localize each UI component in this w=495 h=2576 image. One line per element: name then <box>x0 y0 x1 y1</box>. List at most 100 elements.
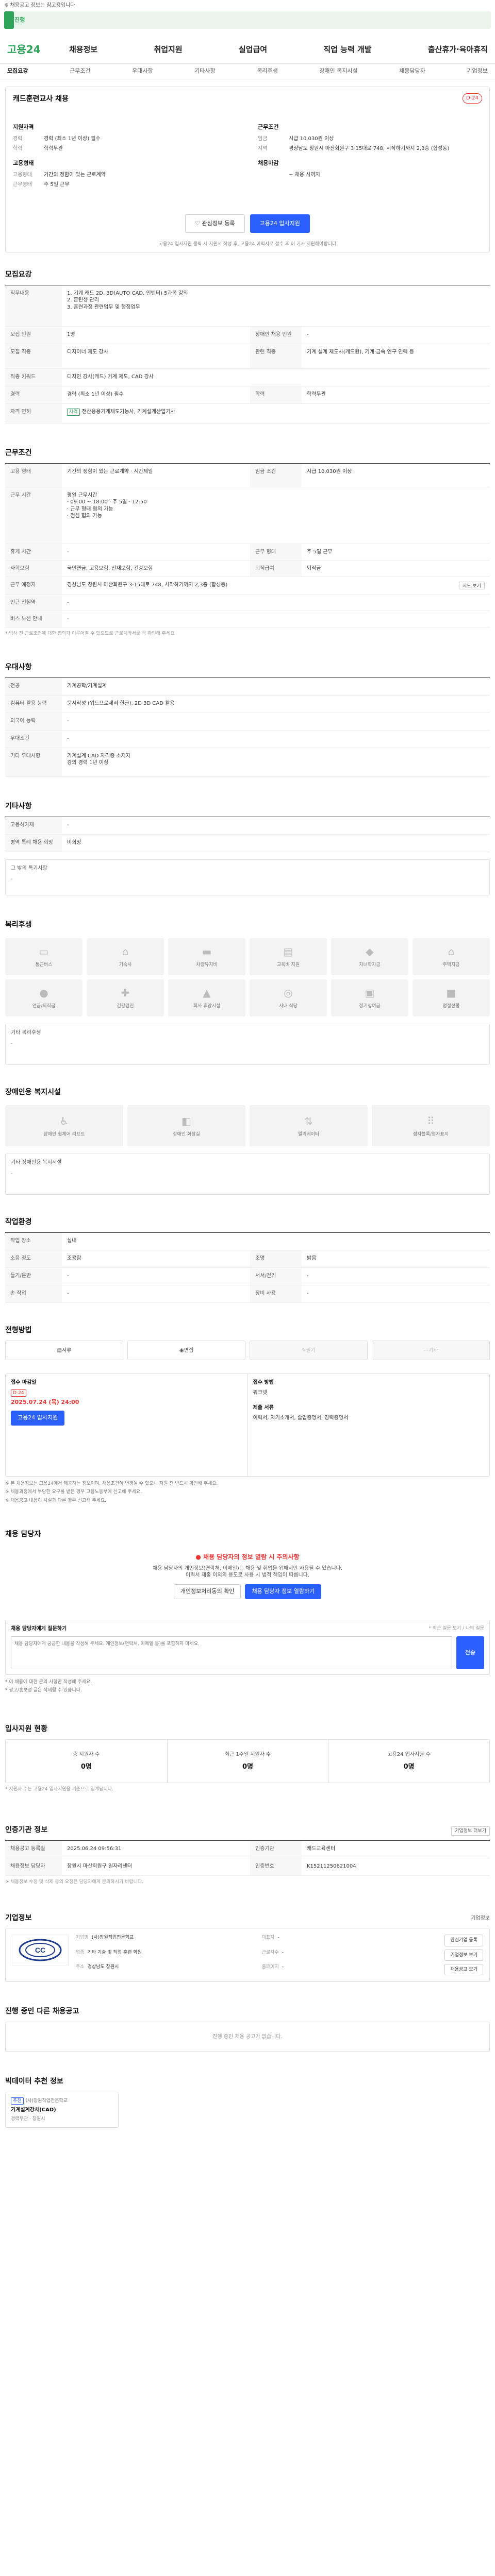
others-section: 진행 중인 다른 채용공고 진행 중인 채용 공고가 없습니다. <box>5 2003 490 2053</box>
company-link[interactable]: 기업정보 <box>471 1915 490 1922</box>
progress-bar: 진행 <box>4 11 491 29</box>
process-written: ✎ 필기 <box>250 1341 368 1361</box>
application-notes: ※ 본 채용정보는 고용24에서 제공하는 정보이며, 채용조건이 변경될 수 … <box>5 1477 490 1510</box>
row-label: 자격 면허 <box>5 403 62 423</box>
recommend-card[interactable]: 추천 (사)창원직업전문학교 기계설계강사(CAD) 경력무관 · 창원시 <box>5 2092 119 2128</box>
row-label: 기타 우대사항 <box>5 748 62 776</box>
kv-key: 지역 <box>258 146 268 152</box>
row-label: 장비 사용 <box>250 1285 302 1303</box>
tab-etc[interactable]: 기타사항 <box>194 67 215 75</box>
section-title: 장애인용 복지시설 <box>5 1088 61 1096</box>
fav-company-button[interactable]: 관심기업 등록 <box>444 1935 483 1946</box>
kv-key: 고용형태 <box>13 172 32 178</box>
gnb-item-jobs[interactable]: 채용정보 <box>69 44 97 55</box>
tab-disabled[interactable]: 장애인 복지시설 <box>319 67 357 75</box>
row-label: 작업 장소 <box>5 1233 62 1250</box>
tab-welfare[interactable]: 복리후생 <box>257 67 277 75</box>
wheelchair-icon: ♿ <box>59 1114 69 1127</box>
gnb-item-training[interactable]: 직업 능력 개발 <box>323 44 371 55</box>
gnb-item-leave[interactable]: 출산휴가·육아휴직 <box>428 44 488 55</box>
row-label: 경력 <box>5 386 62 403</box>
consent-button[interactable]: 개인정보처리동의 확인 <box>173 1584 241 1599</box>
row-value: 국민연금, 고용보험, 산재보험, 건강보험 <box>67 565 153 571</box>
tab-prefer[interactable]: 우대사항 <box>132 67 153 75</box>
row-label: 우대조건 <box>5 730 62 748</box>
recommend-job: 기계설계강사(CAD) <box>11 2107 56 2113</box>
condition-note: * 입사 전 근로조건에 대한 합의가 이루어질 수 있으므로 근로계약서를 꼭… <box>5 631 175 636</box>
brand-logo[interactable]: 고용24 <box>7 43 69 57</box>
section-title: 진행 중인 다른 채용공고 <box>5 2007 79 2015</box>
row-label: 학력 <box>250 386 302 403</box>
row-value: - <box>67 616 69 622</box>
docs-value: 이력서, 자기소개서, 졸업증명서, 경력증명서 <box>253 1415 349 1421</box>
row-value: 기계설계 CAD 자격증 소지자 강의 경력 1년 이상 <box>67 753 131 766</box>
row-value: 시급 10,030원 이상 <box>307 468 352 474</box>
scrap-button[interactable]: ♡ 관심정보 등록 <box>185 214 245 233</box>
section-title: 복리후생 <box>5 920 32 929</box>
application-box: 접수 마감일 D-24 2025.07.24 (목) 24:00 고용24 입사… <box>5 1374 490 1477</box>
view-manager-button[interactable]: 채용 담당자 정보 열람하기 <box>245 1584 322 1599</box>
row-value: - <box>67 718 69 724</box>
progress-fill <box>4 11 14 29</box>
tab-recruit[interactable]: 모집요강 <box>7 67 28 75</box>
section-title: 근무조건 <box>5 448 32 457</box>
tab-manager[interactable]: 채용담당자 <box>399 67 425 75</box>
bus-icon: ▭ <box>39 945 49 958</box>
apply-button[interactable]: 고용24 입사지원 <box>250 214 310 233</box>
tab-condition[interactable]: 근무조건 <box>70 67 90 75</box>
row-value: 주 5일 근무 <box>307 549 333 555</box>
qna-side[interactable]: * 최근 질문 보기 / 나의 질문 <box>429 1625 485 1633</box>
recommend-section: 빅데이터 추천 정보 추천 (사)창원직업전문학교 기계설계강사(CAD) 경력무… <box>5 2073 490 2128</box>
summary-heading: 채용마감 <box>258 159 279 166</box>
gnb-item-unemployment[interactable]: 실업급여 <box>239 44 267 55</box>
row-value: - <box>67 599 69 605</box>
duty-text: 1. 기계 캐드 2D, 3D(AUTO CAD, 인벤터) 5과목 강의 2.… <box>67 290 188 310</box>
company-info-button[interactable]: 기업정보 보기 <box>444 1949 483 1961</box>
docs-label: 제출 서류 <box>253 1405 274 1411</box>
qna-send-button[interactable]: 전송 <box>456 1636 484 1670</box>
prefer-table: 전공 기계공학/기계설계 컴퓨터 활용 능력 문서작성 (워드프로세서·한글), 2… <box>5 677 490 777</box>
welfare-item: ▭ 통근버스 <box>5 938 82 975</box>
company-logo-mark: CC <box>19 1939 62 1961</box>
qna-input[interactable] <box>11 1636 452 1670</box>
money-icon: ▣ <box>365 987 375 999</box>
qna-title: 채용 담당자에게 질문하기 <box>11 1625 67 1632</box>
disabled-grid: ♿ 장애인 휠체어 리프트 ◧ 장애인 화장실 ⇅ 엘리베이터 ⠿ 점자블록/점자표지 <box>5 1105 490 1147</box>
recommend-company: (사)창원직업전문학교 <box>25 2098 68 2104</box>
elevator-icon: ⇅ <box>304 1114 313 1127</box>
gnb-item-support[interactable]: 취업지원 <box>154 44 182 55</box>
workenv-table: 작업 장소 실내 소음 정도 조용함 조명 밝음 들기/운반 - 서서/걷기 - 손 작업 - 장… <box>5 1232 490 1303</box>
summary-heading: 고용형태 <box>13 159 34 166</box>
condition-table: 고용 형태 기간의 정함이 있는 근로계약 · 시간제일 임금 조건 시급 10… <box>5 463 490 628</box>
row-value: 기계 설계 제도사(캐드원), 기계·금속 연구 인력 등 <box>307 349 415 355</box>
row-label: 직무내용 <box>5 285 62 326</box>
row-value: - <box>307 331 309 337</box>
info-more-button[interactable]: 기업정보 더보기 <box>451 1826 490 1836</box>
welfare-grid: ▭ 통근버스 ⌂ 기숙사 ▬ 차량유지비 ▤ 교육비 지원 ◆ 자녀학자금 ⌂ 주택자금 ●… <box>5 938 490 1016</box>
kv-key: 학력 <box>13 146 23 152</box>
row-value: 전산응용기계제도기능사, 기계설계산업기사 <box>81 409 175 415</box>
recommend-badge: 추천 <box>11 2097 24 2105</box>
health-icon: ✚ <box>121 987 130 999</box>
row-value: 캐드교육센터 <box>307 1846 336 1852</box>
row-label: 퇴직급여 <box>250 560 302 577</box>
apply-button-2[interactable]: 고용24 입사지원 <box>11 1410 65 1426</box>
company-info: 기업명 (사)창원직업전문학교 대표자 - 업종 기타 기술 및 직업 훈련 학원 근… <box>76 1935 284 1970</box>
note-item: ※ 채용과정에서 부당한 요구를 받은 경우 고용노동부에 신고해 주세요. <box>5 1489 142 1495</box>
map-button[interactable]: 지도 보기 <box>459 581 485 589</box>
company-jobs-button[interactable]: 채용공고 보기 <box>444 1963 483 1975</box>
prefer-section: 우대사항 전공 기계공학/기계설계 컴퓨터 활용 능력 문서작성 (워드프로세서·한… <box>5 658 490 777</box>
row-label: 인근 전철역 <box>5 594 62 611</box>
welfare-item: ⌂ 기숙사 <box>87 938 164 975</box>
row-label: 채용정보 담당자 <box>5 1858 62 1876</box>
stats-box: 총 지원자 수 0명 최근 1주일 지원자 수 0명 고용24 입사지원 수 0명 <box>5 1739 490 1784</box>
summary-right: 근무조건 임금 시급 10,030원 이상 지역 경상남도 창원시 마산회원구 3·… <box>258 124 482 196</box>
person-icon: ◉ <box>179 1347 184 1353</box>
scrap-label: 관심정보 등록 <box>202 219 235 227</box>
kv-value: ~ 채용 시까지 <box>289 172 320 178</box>
row-value: 밝음 <box>307 1256 317 1262</box>
company-box: CC 기업명 (사)창원직업전문학교 대표자 - 업종 기타 기술 및 직업 훈련 학… <box>5 1928 490 1982</box>
others-empty: 진행 중인 채용 공고가 없습니다. <box>5 2021 490 2053</box>
tab-company[interactable]: 기업정보 <box>467 67 487 75</box>
row-value: 비희망 <box>67 839 81 845</box>
